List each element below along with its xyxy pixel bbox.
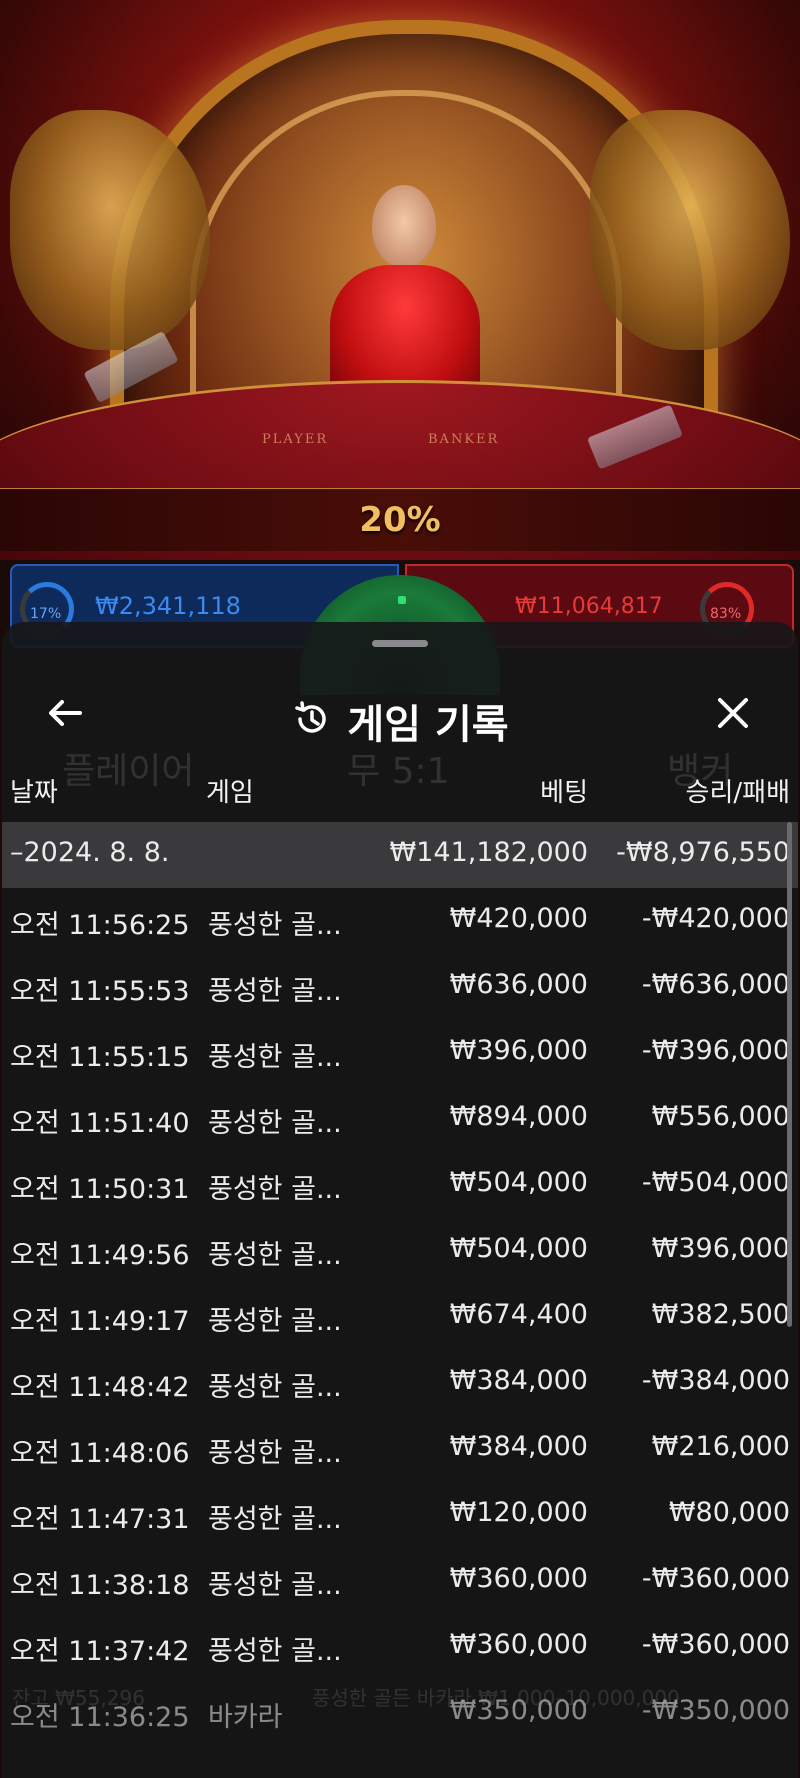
row-time: 오전 11:48:06	[10, 1438, 190, 1469]
table-row[interactable]: 오전 11:36:25 바카라 ₩350,000 -₩350,000	[2, 1680, 798, 1746]
dealer	[330, 185, 480, 405]
banker-percent: 83%	[710, 606, 742, 622]
row-result: ₩80,000	[668, 1497, 790, 1528]
table-row[interactable]: 오전 11:55:15 풍성한 골... ₩396,000 -₩396,000	[2, 1020, 798, 1086]
table-row[interactable]: 오전 11:55:53 풍성한 골... ₩636,000 -₩636,000	[2, 954, 798, 1020]
sheet-title: 게임 기록	[347, 702, 509, 748]
row-result: -₩360,000	[641, 1563, 790, 1594]
row-time: 오전 11:55:15	[10, 1042, 190, 1073]
row-bet: ₩396,000	[449, 1035, 588, 1066]
table-row[interactable]: 오전 11:48:42 풍성한 골... ₩384,000 -₩384,000	[2, 1350, 798, 1416]
row-bet: ₩420,000	[449, 903, 588, 934]
row-time: 오전 11:49:17	[10, 1306, 190, 1337]
game-history-sheet: 플레이어 무 5:1 뱅커 잔고 ₩55,296 풍성한 골든 바카라 ₩1,0…	[2, 622, 798, 1778]
row-time: 오전 11:37:42	[10, 1636, 190, 1667]
felt-label-banker: BANKER	[428, 432, 500, 447]
row-game: 풍성한 골...	[208, 1504, 342, 1535]
sheet-header: 게임 기록	[2, 662, 798, 762]
table-row[interactable]: 오전 11:37:42 풍성한 골... ₩360,000 -₩360,000	[2, 1614, 798, 1680]
row-bet: ₩384,000	[449, 1431, 588, 1462]
summary-date: –2024. 8. 8.	[10, 837, 170, 868]
row-bet: ₩360,000	[449, 1629, 588, 1660]
row-game: 풍성한 골...	[208, 1042, 342, 1073]
row-game: 풍성한 골...	[208, 1306, 342, 1337]
table-row[interactable]: 오전 11:51:40 풍성한 골... ₩894,000 ₩556,000	[2, 1086, 798, 1152]
row-result: ₩396,000	[651, 1233, 790, 1264]
row-game: 풍성한 골...	[208, 1108, 342, 1139]
sheet-grabber[interactable]	[372, 640, 428, 647]
row-time: 오전 11:51:40	[10, 1108, 190, 1139]
table-row[interactable]: 오전 11:56:25 풍성한 골... ₩420,000 -₩420,000	[2, 888, 798, 954]
row-bet: ₩384,000	[449, 1365, 588, 1396]
date-summary-row[interactable]: –2024. 8. 8. ₩141,182,000 -₩8,976,550	[2, 822, 798, 888]
row-time: 오전 11:38:18	[10, 1570, 190, 1601]
row-game: 풍성한 골...	[208, 1240, 342, 1271]
row-game: 바카라	[208, 1702, 283, 1733]
row-result: -₩396,000	[641, 1035, 790, 1066]
felt-label-player: PLAYER	[262, 432, 329, 447]
row-bet: ₩504,000	[449, 1167, 588, 1198]
row-result: -₩420,000	[641, 903, 790, 934]
summary-bet-total: ₩141,182,000	[389, 837, 588, 868]
row-bet: ₩504,000	[449, 1233, 588, 1264]
row-time: 오전 11:48:42	[10, 1372, 190, 1403]
table-row[interactable]: 오전 11:47:31 풍성한 골... ₩120,000 ₩80,000	[2, 1482, 798, 1548]
table-row[interactable]: 오전 11:49:17 풍성한 골... ₩674,400 ₩382,500	[2, 1284, 798, 1350]
table-row[interactable]: 오전 11:38:18 풍성한 골... ₩360,000 -₩360,000	[2, 1548, 798, 1614]
column-bet: 베팅	[540, 778, 588, 808]
multiplier-value: 20%	[359, 500, 441, 540]
row-bet: ₩120,000	[449, 1497, 588, 1528]
history-icon	[291, 698, 333, 744]
row-time: 오전 11:36:25	[10, 1702, 190, 1733]
row-result: ₩382,500	[651, 1299, 790, 1330]
row-game: 풍성한 골...	[208, 1636, 342, 1667]
row-bet: ₩636,000	[449, 969, 588, 1000]
row-bet: ₩360,000	[449, 1563, 588, 1594]
row-time: 오전 11:56:25	[10, 910, 190, 941]
row-game: 풍성한 골...	[208, 1570, 342, 1601]
row-bet: ₩674,400	[449, 1299, 588, 1330]
close-icon[interactable]	[710, 690, 756, 736]
player-percent: 17%	[30, 606, 62, 622]
player-bet-amount: ₩2,341,118	[95, 592, 241, 620]
row-result: ₩556,000	[651, 1101, 790, 1132]
row-result: ₩216,000	[651, 1431, 790, 1462]
row-bet: ₩894,000	[449, 1101, 588, 1132]
row-result: -₩360,000	[641, 1629, 790, 1660]
row-game: 풍성한 골...	[208, 1174, 342, 1205]
summary-result-total: -₩8,976,550	[616, 837, 790, 868]
row-time: 오전 11:47:31	[10, 1504, 190, 1535]
row-result: -₩350,000	[641, 1695, 790, 1726]
table-row[interactable]: 오전 11:48:06 풍성한 골... ₩384,000 ₩216,000	[2, 1416, 798, 1482]
banker-bet-amount: ₩11,064,817	[515, 594, 663, 619]
row-result: -₩504,000	[641, 1167, 790, 1198]
column-game: 게임	[206, 778, 254, 808]
row-game: 풍성한 골...	[208, 1438, 342, 1469]
row-bet: ₩350,000	[449, 1695, 588, 1726]
row-time: 오전 11:50:31	[10, 1174, 190, 1205]
table-row[interactable]: 오전 11:49:56 풍성한 골... ₩504,000 ₩396,000	[2, 1218, 798, 1284]
right-dragon-statue	[590, 110, 790, 350]
game-screen: PLAYER BANKER 20% 17% 83% ₩2,341,118 ₩11…	[0, 0, 800, 1778]
history-table-header: 날짜 게임 베팅 승리/패배	[2, 772, 798, 812]
row-result: -₩636,000	[641, 969, 790, 1000]
column-result: 승리/패배	[685, 778, 790, 808]
table-row[interactable]: 오전 11:50:31 풍성한 골... ₩504,000 -₩504,000	[2, 1152, 798, 1218]
scrollbar[interactable]	[787, 822, 792, 1327]
row-result: -₩384,000	[641, 1365, 790, 1396]
row-time: 오전 11:55:53	[10, 976, 190, 1007]
history-table-body: –2024. 8. 8. ₩141,182,000 -₩8,976,550 오전…	[2, 822, 798, 1746]
row-game: 풍성한 골...	[208, 1372, 342, 1403]
row-game: 풍성한 골...	[208, 976, 342, 1007]
row-time: 오전 11:49:56	[10, 1240, 190, 1271]
live-video-feed: PLAYER BANKER	[0, 0, 800, 560]
row-game: 풍성한 골...	[208, 910, 342, 941]
column-date: 날짜	[10, 778, 58, 808]
